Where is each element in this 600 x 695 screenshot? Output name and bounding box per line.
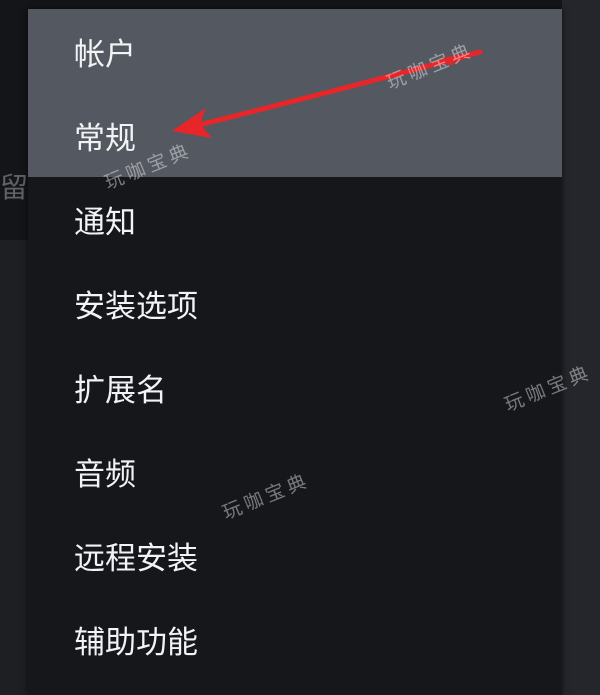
menu-item-label: 扩展名	[74, 372, 167, 409]
menu-item-remote-install[interactable]: 远程安装	[28, 513, 562, 597]
menu-item-audio[interactable]: 音频	[28, 429, 562, 513]
menu-item-label: 安装选项	[74, 288, 198, 325]
background-right-strip	[562, 0, 600, 695]
menu-item-label: 辅助功能	[74, 624, 198, 661]
background-partial-text: 留客	[0, 171, 30, 204]
menu-item-extensions[interactable]: 扩展名	[28, 345, 562, 429]
menu-item-label: 常规	[74, 120, 136, 157]
menu-item-accessibility[interactable]: 辅助功能	[28, 597, 562, 681]
menu-item-general[interactable]: 常规	[28, 93, 562, 177]
menu-item-account[interactable]: 帐户	[28, 9, 562, 93]
menu-item-label: 帐户	[74, 36, 136, 73]
menu-item-label: 远程安装	[74, 540, 198, 577]
settings-menu: 帐户 常规 通知 安装选项 扩展名 音频 远程安装 辅助功能	[28, 9, 562, 695]
menu-item-install-options[interactable]: 安装选项	[28, 261, 562, 345]
menu-item-label: 通知	[74, 204, 136, 241]
menu-item-notifications[interactable]: 通知	[28, 177, 562, 261]
menu-item-label: 音频	[74, 456, 136, 493]
screenshot-stage: 留客 帐户 常规 通知 安装选项 扩展名 音频 远程安装 辅助功能 玩咖宝	[0, 0, 600, 695]
